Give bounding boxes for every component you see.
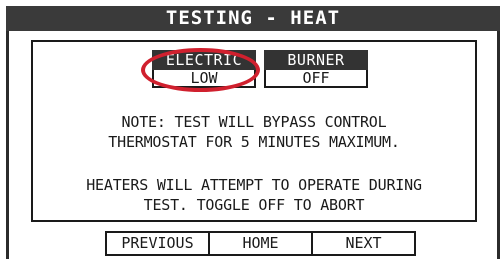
burner-mode-label: BURNER [264, 50, 368, 70]
screen-left-border [6, 31, 9, 259]
electric-mode-label: ELECTRIC [152, 50, 256, 70]
note-line: HEATERS WILL ATTEMPT TO OPERATE DURING [86, 176, 422, 194]
home-button[interactable]: HOME [208, 231, 313, 256]
note-line: NOTE: TEST WILL BYPASS CONTROL [121, 113, 387, 131]
next-button[interactable]: NEXT [311, 231, 416, 256]
screen-right-border [497, 31, 500, 259]
burner-mode-toggle[interactable]: OFF [264, 70, 368, 88]
previous-button[interactable]: PREVIOUS [105, 231, 210, 256]
note-line: TEST. TOGGLE OFF TO ABORT [143, 196, 365, 214]
heat-test-screen: TESTING - HEAT ELECTRIC LOW BURNER OFF N… [0, 0, 504, 263]
screen-title: TESTING - HEAT [6, 6, 500, 31]
note-line: THERMOSTAT FOR 5 MINUTES MAXIMUM. [108, 133, 400, 151]
electric-mode-toggle[interactable]: LOW [152, 70, 256, 88]
